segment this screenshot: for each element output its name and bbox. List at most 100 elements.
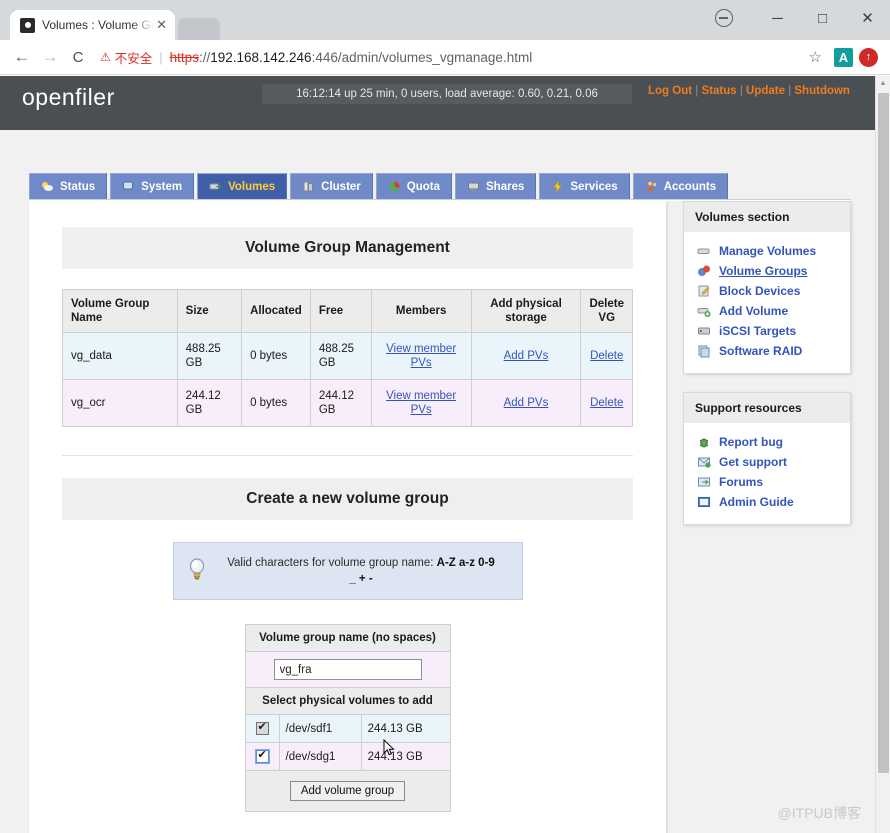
th-free: Free [309, 289, 372, 333]
cell-vg-name: vg_ocr [62, 379, 178, 427]
page-scrollbar[interactable]: ▲ [875, 76, 890, 833]
sidebar-link[interactable]: Software RAID [719, 344, 802, 358]
tab-strip: Volumes : Volume Grou ✕ ─ □ ✕ [0, 0, 890, 40]
nav-tab-accounts[interactable]: Accounts [632, 173, 729, 199]
add-pvs-link[interactable]: Add PVs [504, 397, 549, 409]
openfiler-header: openfiler 16:12:14 up 25 min, 0 users, l… [0, 76, 875, 118]
forum-icon [697, 475, 711, 489]
nav-tab-label: Status [60, 180, 96, 193]
add-volume-group-button[interactable]: Add volume group [289, 781, 406, 801]
sidebar-item-software-raid[interactable]: Software RAID [684, 341, 850, 361]
not-secure-label[interactable]: 不安全 [115, 48, 153, 67]
sidebar-link[interactable]: Forums [719, 475, 763, 489]
pv-select-header: Select physical volumes to add [244, 688, 451, 715]
sidebar-item-forums[interactable]: Forums [684, 472, 850, 492]
submit-row: Add volume group [244, 770, 451, 812]
nav-tab-label: System [141, 180, 183, 193]
sidebar-link[interactable]: Add Volume [719, 304, 788, 318]
browser-toolbar: ← → C ⚠ 不安全 | https://192.168.142.246:44… [0, 40, 890, 75]
sidebar-link[interactable]: Report bug [719, 435, 783, 449]
sidebar-link[interactable]: iSCSI Targets [719, 324, 796, 338]
extension-a-icon[interactable]: A [834, 47, 853, 67]
vg-management-title: Volume Group Management [62, 227, 633, 269]
nav-tab-status[interactable]: Status [29, 173, 108, 199]
delete-vg-link[interactable]: Delete [590, 397, 623, 409]
url-path: :446/admin/volumes_vgmanage.html [311, 49, 533, 65]
volume-groups-table: Volume Group Name Size Allocated Free Me… [62, 289, 633, 427]
sidebar-item-get-support[interactable]: Get support [684, 452, 850, 472]
back-button[interactable]: ← [8, 47, 36, 67]
nav-tab-label: Cluster [321, 180, 361, 193]
pv-device: /dev/sdf1 [278, 714, 362, 743]
panel-title: Volumes section [684, 202, 850, 232]
vg-name-input[interactable] [273, 659, 422, 680]
pv-checkbox-sdf1[interactable] [255, 721, 269, 735]
address-bar[interactable]: ⚠ 不安全 | https://192.168.142.246:446/admi… [98, 44, 795, 70]
warning-triangle-icon: ⚠ [100, 50, 111, 64]
sidebar-item-add-volume[interactable]: Add Volume [684, 301, 850, 321]
new-tab-button[interactable] [178, 18, 220, 40]
browser-tab[interactable]: Volumes : Volume Grou ✕ [10, 10, 175, 40]
th-allocated: Allocated [241, 289, 311, 333]
close-window-button[interactable]: ✕ [845, 2, 890, 34]
nav-tab-system[interactable]: System [110, 173, 195, 199]
header-underbar [0, 118, 875, 130]
panel-title: Support resources [684, 393, 850, 423]
reload-button[interactable]: C [64, 49, 92, 66]
nav-tab-services[interactable]: Services [539, 173, 630, 199]
vg-name-row [244, 652, 451, 688]
folder-icon [467, 180, 480, 193]
status-link[interactable]: Status [701, 85, 736, 97]
nav-tab-label: Volumes [228, 180, 276, 193]
nav-tab-cluster[interactable]: Cluster [290, 173, 373, 199]
update-link[interactable]: Update [746, 85, 785, 97]
nav-tab-label: Shares [486, 180, 525, 193]
sidebar-link[interactable]: Manage Volumes [719, 244, 816, 258]
minimize-button[interactable]: ─ [755, 2, 800, 34]
pv-size: 244.13 GB [360, 742, 451, 771]
favicon-icon [20, 17, 35, 33]
disk-icon [697, 244, 711, 258]
bookmark-star-icon[interactable]: ☆ [803, 48, 828, 66]
sidebar-link[interactable]: Get support [719, 455, 787, 469]
scroll-up-arrow-icon[interactable]: ▲ [876, 76, 890, 91]
logout-link[interactable]: Log Out [648, 85, 692, 97]
pv-device: /dev/sdg1 [278, 742, 362, 771]
shutdown-link[interactable]: Shutdown [794, 85, 850, 97]
sidebar-item-admin-guide[interactable]: Admin Guide [684, 492, 850, 512]
sidebar-item-volume-groups[interactable]: Volume Groups [684, 261, 850, 281]
sidebar-item-iscsi-targets[interactable]: iSCSI Targets [684, 321, 850, 341]
nav-tab-label: Services [570, 180, 618, 193]
maximize-button[interactable]: □ [800, 2, 845, 34]
pie-icon [388, 180, 401, 193]
create-vg-form: Volume group name (no spaces) Select phy… [244, 624, 451, 812]
nav-tab-volumes[interactable]: Volumes [197, 173, 288, 199]
tab-title: Volumes : Volume Grou [42, 18, 155, 32]
vg-name-header: Volume group name (no spaces) [244, 624, 451, 652]
sidebar-link[interactable]: Volume Groups [719, 264, 807, 278]
profile-icon[interactable] [715, 9, 733, 27]
add-pvs-link[interactable]: Add PVs [504, 350, 549, 362]
url-scheme: https [169, 49, 199, 65]
sidebar-link[interactable]: Block Devices [719, 284, 800, 298]
delete-vg-link[interactable]: Delete [590, 350, 623, 362]
nav-tab-shares[interactable]: Shares [455, 173, 537, 199]
uptime-status: 16:12:14 up 25 min, 0 users, load averag… [262, 84, 632, 104]
sidebar-item-block-devices[interactable]: Block Devices [684, 281, 850, 301]
sidebar-item-manage-volumes[interactable]: Manage Volumes [684, 241, 850, 261]
view-member-pvs-link[interactable]: View member PVs [386, 390, 456, 416]
close-tab-icon[interactable]: ✕ [154, 17, 169, 33]
nav-tab-quota[interactable]: Quota [375, 173, 453, 199]
view-member-pvs-link[interactable]: View member PVs [386, 343, 456, 369]
sidebar-link[interactable]: Admin Guide [719, 495, 794, 509]
table-row: /dev/sdg1 244.13 GB [244, 742, 451, 771]
url-host: 192.168.142.246 [210, 49, 312, 65]
tip-chars: A-Z a-z 0-9 [436, 557, 495, 569]
scrollbar-thumb[interactable] [878, 93, 889, 773]
nav-tab-label: Accounts [663, 180, 717, 193]
table-row: vg_ocr 244.12 GB 0 bytes 244.12 GB View … [62, 379, 633, 427]
support-icon [697, 455, 711, 469]
sidebar-item-report-bug[interactable]: Report bug [684, 432, 850, 452]
pv-checkbox-sdg1[interactable] [255, 749, 269, 763]
extension-updater-icon[interactable]: ↑ [859, 47, 878, 67]
